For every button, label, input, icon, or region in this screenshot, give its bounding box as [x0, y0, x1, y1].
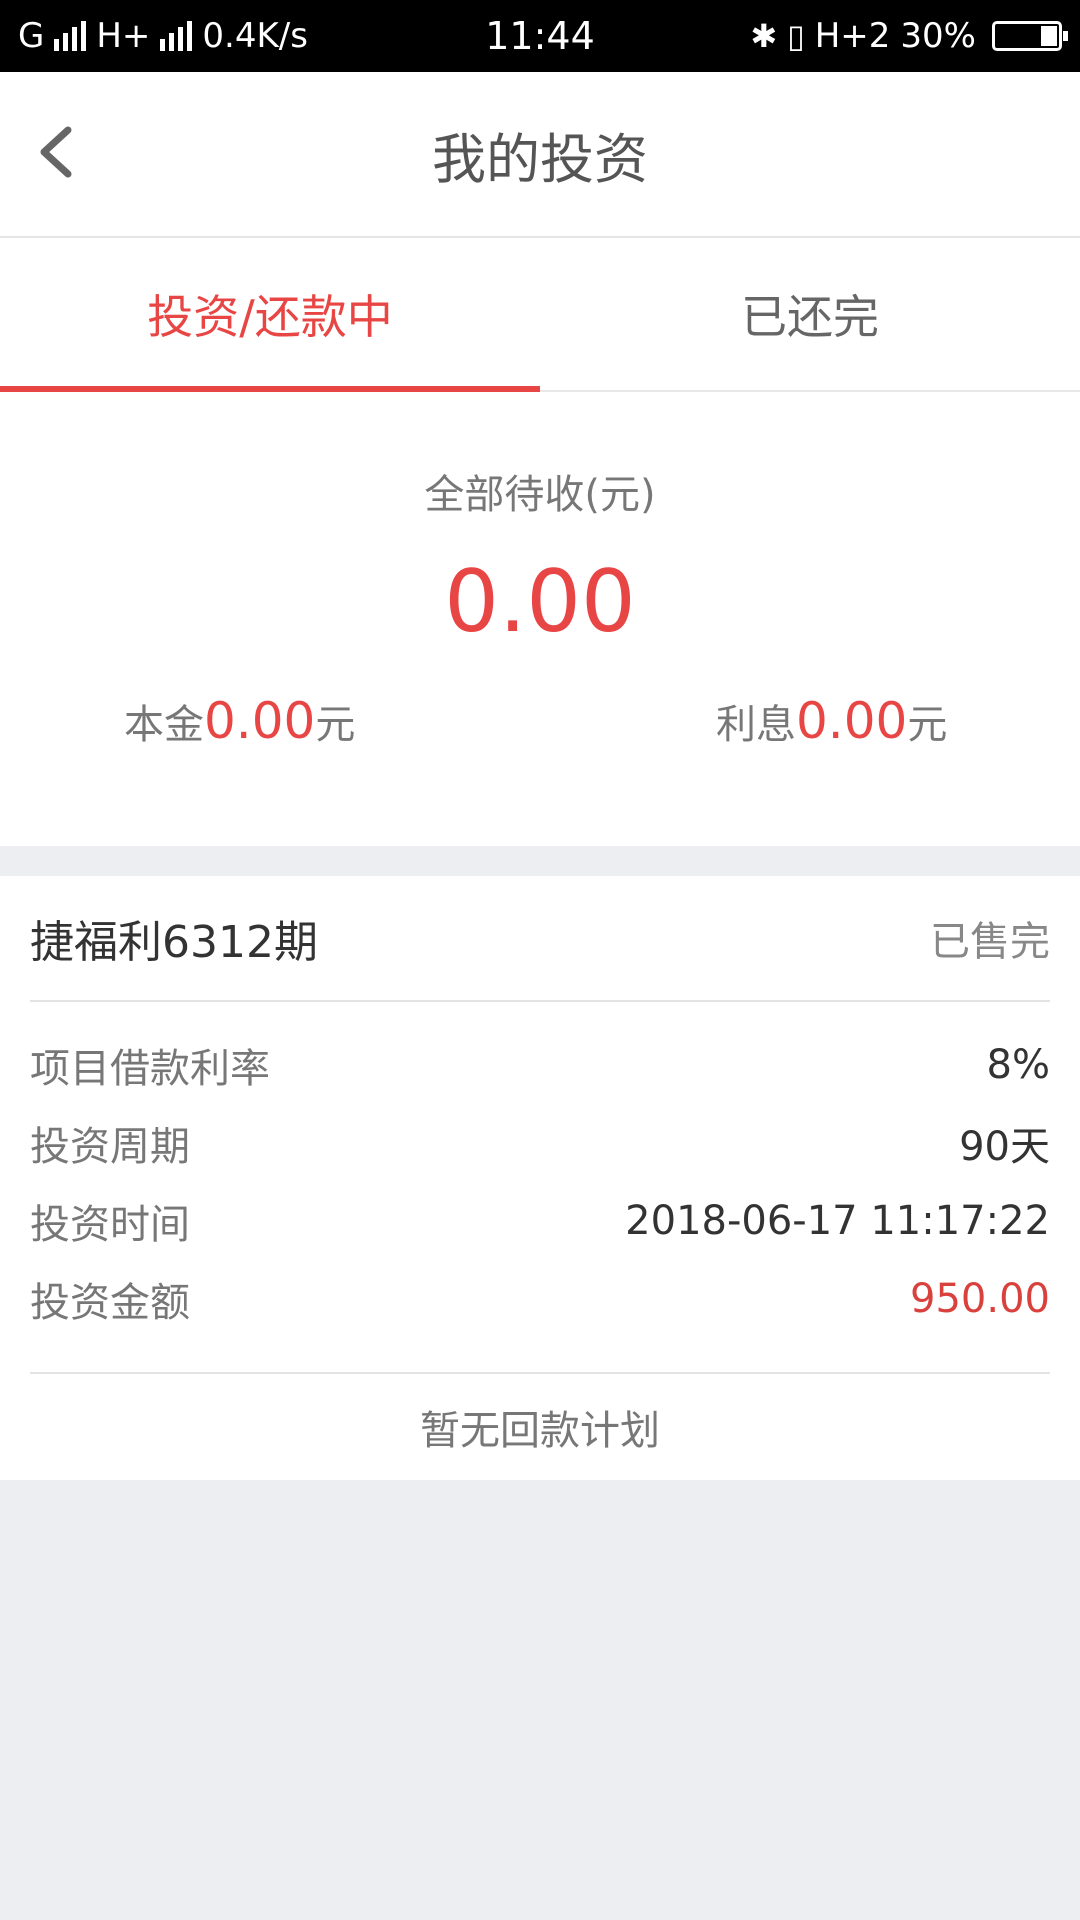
principal-unit: 元 [315, 702, 356, 748]
vibrate-icon: ▯ [787, 17, 805, 55]
repayment-plan-note: 暂无回款计划 [30, 1372, 1050, 1480]
time-value: 2018-06-17 11:17:22 [625, 1198, 1050, 1244]
interest-unit: 元 [907, 702, 948, 748]
rate-label: 项目借款利率 [30, 1046, 270, 1092]
summary-total: 0.00 [444, 552, 636, 652]
tab-completed[interactable]: 已还完 [540, 238, 1080, 390]
signal-icon [54, 21, 87, 51]
detail-row: 投资周期 90天 [30, 1104, 1050, 1182]
time-label: 投资时间 [30, 1202, 190, 1248]
network-speed: 0.4K/s [202, 16, 308, 56]
amount-value: 950.00 [910, 1276, 1050, 1322]
detail-row: 项目借款利率 8% [30, 1026, 1050, 1104]
amount-label: 投资金额 [30, 1280, 190, 1326]
interest-label: 利息 [716, 702, 796, 748]
header: 我的投资 [0, 72, 1080, 238]
network-type-2: H+ [96, 16, 151, 56]
investment-details: 项目借款利率 8% 投资周期 90天 投资时间 2018-06-17 11:17… [30, 1026, 1050, 1338]
tab-in-progress[interactable]: 投资/还款中 [0, 238, 540, 392]
battery-icon [992, 21, 1068, 51]
battery-percent: 30% [900, 16, 976, 56]
back-arrow-icon[interactable] [30, 122, 90, 182]
investment-title: 捷福利6312期 [30, 917, 318, 968]
principal: 本金0.00元 [124, 692, 355, 750]
network-type-1: G [18, 16, 45, 56]
status-right: ✱ ▯ H+2 30% [750, 16, 1068, 56]
status-bar: G H+ 0.4K/s 11:44 ✱ ▯ H+2 30% [0, 0, 1080, 72]
interest: 利息0.00元 [716, 692, 947, 750]
principal-label: 本金 [124, 702, 204, 748]
interest-value: 0.00 [796, 692, 908, 750]
detail-row: 投资时间 2018-06-17 11:17:22 [30, 1182, 1050, 1260]
detail-row: 投资金额 950.00 [30, 1260, 1050, 1338]
signal-icon-2 [160, 21, 193, 51]
card-header: 捷福利6312期 已售完 [30, 876, 1050, 1002]
status-badge: 已售完 [930, 919, 1050, 965]
data-icon: H+2 [814, 16, 891, 56]
status-left: G H+ 0.4K/s [18, 16, 308, 56]
investment-card[interactable]: 捷福利6312期 已售完 项目借款利率 8% 投资周期 90天 投资时间 201… [0, 876, 1080, 1480]
tab-bar: 投资/还款中 已还完 [0, 238, 1080, 392]
principal-value: 0.00 [204, 692, 316, 750]
bluetooth-icon: ✱ [750, 17, 778, 55]
rate-value: 8% [986, 1042, 1050, 1088]
page-title: 我的投资 [432, 127, 648, 191]
summary-label: 全部待收(元) [424, 472, 656, 518]
summary-panel: 全部待收(元) 0.00 本金0.00元 利息0.00元 [0, 392, 1080, 846]
period-label: 投资周期 [30, 1124, 190, 1170]
period-value: 90天 [959, 1124, 1050, 1170]
